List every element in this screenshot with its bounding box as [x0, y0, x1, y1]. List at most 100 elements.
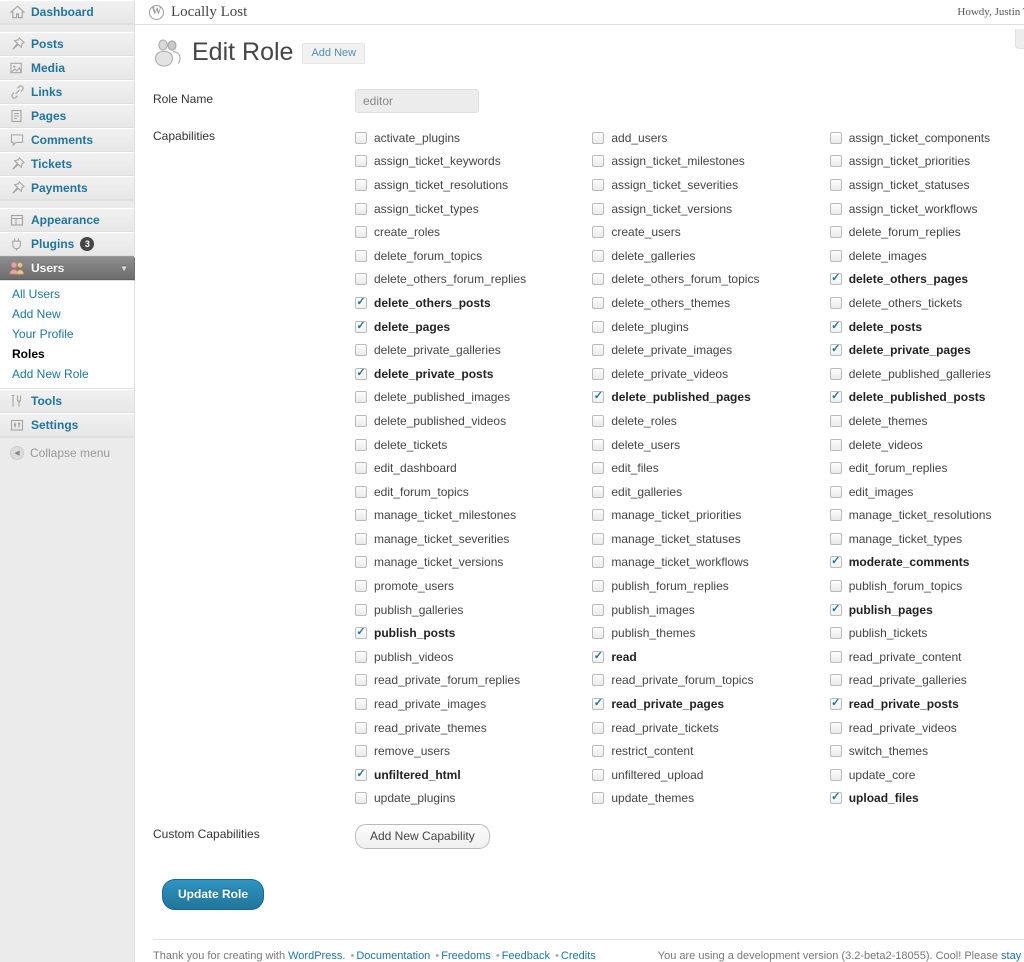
capability-row[interactable]: ✓ manage_ticket_statuses [592, 527, 829, 551]
capability-checkbox[interactable]: ✓ [355, 509, 367, 522]
capability-row[interactable]: ✓ update_plugins [355, 787, 592, 811]
capability-row[interactable]: ✓ update_core [829, 763, 1024, 787]
capability-checkbox[interactable]: ✓ [829, 768, 842, 781]
capability-checkbox[interactable]: ✓ [829, 414, 842, 427]
capability-row[interactable]: ✓ edit_forum_replies [829, 456, 1024, 480]
capability-row[interactable]: ✓ assign_ticket_resolutions [355, 173, 592, 197]
capability-row[interactable]: ✓ assign_ticket_types [355, 197, 592, 221]
capability-row[interactable]: ✓ edit_galleries [592, 480, 829, 504]
capability-checkbox[interactable]: ✓ [829, 320, 842, 333]
capability-row[interactable]: ✓ create_roles [355, 220, 592, 244]
sidebar-item-all-users[interactable]: All Users [0, 284, 134, 304]
credits-link[interactable]: Credits [561, 950, 596, 962]
wordpress-link[interactable]: WordPress [288, 950, 342, 962]
capability-checkbox[interactable]: ✓ [829, 485, 842, 498]
capability-checkbox[interactable]: ✓ [829, 202, 842, 215]
capability-row[interactable]: ✓ delete_private_galleries [355, 338, 592, 362]
capability-row[interactable]: ✓ delete_others_forum_topics [592, 268, 829, 292]
capability-checkbox[interactable]: ✓ [592, 202, 605, 215]
capability-checkbox[interactable]: ✓ [829, 580, 842, 593]
sidebar-item-your-profile[interactable]: Your Profile [0, 324, 134, 344]
capability-checkbox[interactable]: ✓ [829, 273, 842, 286]
capability-row[interactable]: ✓ read_private_tickets [592, 716, 829, 740]
capability-row[interactable]: ✓ edit_forum_topics [355, 480, 592, 504]
capability-row[interactable]: ✓ delete_forum_replies [829, 220, 1024, 244]
sidebar-item-appearance[interactable]: Appearance [0, 208, 134, 232]
capability-checkbox[interactable]: ✓ [592, 391, 605, 404]
capability-checkbox[interactable]: ✓ [355, 745, 367, 758]
sidebar-item-payments[interactable]: Payments [0, 176, 134, 200]
capability-checkbox[interactable]: ✓ [829, 627, 842, 640]
capability-checkbox[interactable]: ✓ [355, 627, 367, 640]
capability-row[interactable]: ✓ delete_published_pages [592, 386, 829, 410]
add-new-capability-button[interactable]: Add New Capability [355, 824, 490, 850]
capability-checkbox[interactable]: ✓ [829, 438, 842, 451]
capability-row[interactable]: ✓ read_private_videos [829, 716, 1024, 740]
capability-row[interactable]: ✓ delete_published_galleries [829, 362, 1024, 386]
capability-row[interactable]: ✓ assign_ticket_priorities [829, 150, 1024, 174]
capability-checkbox[interactable]: ✓ [355, 674, 367, 687]
capability-checkbox[interactable]: ✓ [592, 131, 605, 144]
capability-checkbox[interactable]: ✓ [829, 249, 842, 262]
sidebar-item-settings[interactable]: Settings [0, 413, 134, 437]
capability-row[interactable]: ✓ assign_ticket_keywords [355, 150, 592, 174]
capability-row[interactable]: ✓ delete_galleries [592, 244, 829, 268]
capability-checkbox[interactable]: ✓ [592, 745, 605, 758]
capability-row[interactable]: ✓ delete_private_pages [829, 338, 1024, 362]
capability-row[interactable]: ✓ unfiltered_upload [592, 763, 829, 787]
capability-checkbox[interactable]: ✓ [829, 155, 842, 168]
capability-checkbox[interactable]: ✓ [355, 462, 367, 475]
sidebar-item-add-new-role[interactable]: Add New Role [0, 364, 134, 384]
capability-row[interactable]: ✓ read_private_posts [829, 692, 1024, 716]
collapse-menu-button[interactable]: ◀ Collapse menu [0, 438, 134, 468]
capability-checkbox[interactable]: ✓ [592, 627, 605, 640]
role-name-input[interactable] [355, 89, 479, 113]
capability-row[interactable]: ✓ delete_private_posts [355, 362, 592, 386]
capability-row[interactable]: ✓ assign_ticket_versions [592, 197, 829, 221]
capability-row[interactable]: ✓ delete_others_forum_replies [355, 268, 592, 292]
capability-checkbox[interactable]: ✓ [829, 178, 842, 191]
capability-checkbox[interactable]: ✓ [829, 698, 842, 711]
capability-checkbox[interactable]: ✓ [355, 768, 367, 781]
sidebar-item-media[interactable]: Media [0, 56, 134, 80]
capability-checkbox[interactable]: ✓ [592, 249, 605, 262]
capability-checkbox[interactable]: ✓ [829, 556, 842, 569]
capability-checkbox[interactable]: ✓ [355, 344, 367, 357]
capability-checkbox[interactable]: ✓ [829, 226, 842, 239]
capability-checkbox[interactable]: ✓ [592, 792, 605, 805]
capability-row[interactable]: ✓ switch_themes [829, 739, 1024, 763]
capability-row[interactable]: ✓ delete_others_pages [829, 268, 1024, 292]
capability-checkbox[interactable]: ✓ [355, 414, 367, 427]
capability-row[interactable]: ✓ delete_published_images [355, 386, 592, 410]
capability-checkbox[interactable]: ✓ [829, 721, 842, 734]
capability-row[interactable]: ✓ edit_images [829, 480, 1024, 504]
site-title[interactable]: W Locally Lost [149, 4, 247, 21]
capability-row[interactable]: ✓ read_private_images [355, 692, 592, 716]
capability-row[interactable]: ✓ delete_others_posts [355, 291, 592, 315]
capability-checkbox[interactable]: ✓ [829, 603, 842, 616]
documentation-link[interactable]: Documentation [356, 950, 430, 962]
capability-row[interactable]: ✓ manage_ticket_versions [355, 551, 592, 575]
capability-checkbox[interactable]: ✓ [355, 603, 367, 616]
capability-checkbox[interactable]: ✓ [355, 202, 367, 215]
capability-checkbox[interactable]: ✓ [829, 509, 842, 522]
capability-row[interactable]: ✓ add_users [592, 126, 829, 150]
capability-checkbox[interactable]: ✓ [355, 273, 367, 286]
capability-row[interactable]: ✓ delete_published_videos [355, 409, 592, 433]
capability-checkbox[interactable]: ✓ [592, 296, 605, 309]
capability-row[interactable]: ✓ delete_published_posts [829, 386, 1024, 410]
sidebar-item-users[interactable]: Users ▼ [0, 256, 143, 281]
capability-row[interactable]: ✓ upload_files [829, 787, 1024, 811]
capability-checkbox[interactable]: ✓ [592, 178, 605, 191]
capability-row[interactable]: ✓ restrict_content [592, 739, 829, 763]
capability-row[interactable]: ✓ remove_users [355, 739, 592, 763]
capability-row[interactable]: ✓ manage_ticket_priorities [592, 504, 829, 528]
capability-checkbox[interactable]: ✓ [355, 485, 367, 498]
capability-row[interactable]: ✓ manage_ticket_milestones [355, 504, 592, 528]
capability-checkbox[interactable]: ✓ [355, 226, 367, 239]
capability-row[interactable]: ✓ read_private_forum_replies [355, 669, 592, 693]
capability-row[interactable]: ✓ publish_images [592, 598, 829, 622]
capability-checkbox[interactable]: ✓ [592, 580, 605, 593]
capability-row[interactable]: ✓ assign_ticket_milestones [592, 150, 829, 174]
sidebar-item-comments[interactable]: Comments [0, 128, 134, 152]
